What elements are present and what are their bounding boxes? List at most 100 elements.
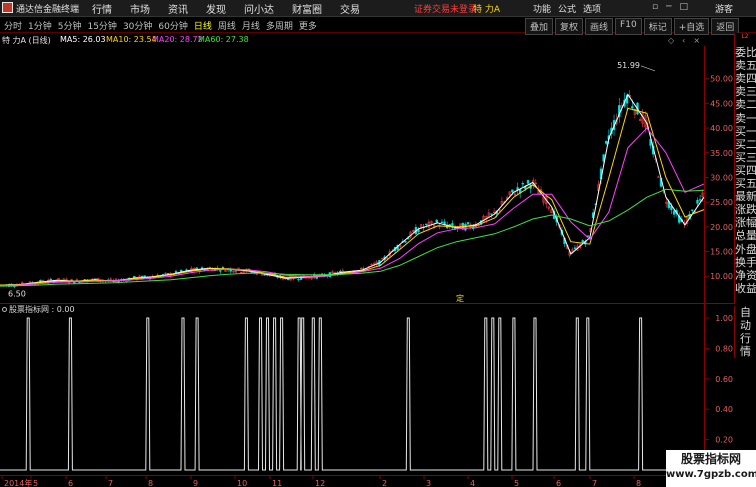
login-warning[interactable]: 证券交易未登录 bbox=[414, 2, 477, 15]
candle-body bbox=[698, 199, 702, 201]
candle-body bbox=[73, 282, 76, 284]
period-tab[interactable]: 1分钟 bbox=[28, 19, 52, 32]
level2-badge: L2 bbox=[734, 33, 756, 40]
x-tick-label: 8 bbox=[636, 479, 641, 487]
quote-row[interactable]: 行情 bbox=[735, 332, 756, 358]
period-tab[interactable]: 日线 bbox=[194, 19, 212, 32]
period-tab[interactable]: 分时 bbox=[4, 19, 22, 32]
quote-row: 卖四 bbox=[735, 72, 756, 86]
high-price-label: 51.99 bbox=[617, 61, 640, 70]
right-menu-item[interactable]: 选项 bbox=[583, 2, 601, 15]
candle-body bbox=[380, 258, 384, 260]
x-tick-label: 5 bbox=[33, 479, 38, 487]
y-tick-label: 15.00 bbox=[710, 248, 733, 257]
maximize-icon[interactable]: □ bbox=[680, 2, 689, 12]
y-tick-label: 35.00 bbox=[710, 149, 733, 158]
indicator-tick-label: 0.40 bbox=[715, 405, 733, 414]
x-tick-label: 6 bbox=[556, 479, 561, 487]
tool-button[interactable]: 复权 bbox=[555, 18, 584, 35]
candle-body bbox=[440, 221, 444, 223]
watermark-title: 股票指标网 bbox=[680, 452, 741, 466]
period-tab[interactable]: 15分钟 bbox=[87, 19, 116, 32]
x-tick-label: 8 bbox=[148, 479, 153, 487]
right-menu: 功能 公式 选项 bbox=[533, 2, 601, 15]
candle-body bbox=[526, 180, 530, 184]
diamond-icon[interactable]: ◇ bbox=[668, 36, 674, 45]
guest-label[interactable]: 游客 bbox=[715, 2, 733, 15]
ma5-label: MA5: 26.03 bbox=[60, 35, 106, 44]
quote-row[interactable]: 自动 bbox=[735, 306, 756, 332]
pane-divider[interactable] bbox=[0, 303, 734, 304]
x-tick-label: 6 bbox=[68, 479, 73, 487]
quote-row: 卖三 bbox=[735, 85, 756, 99]
x-tick-label: 12 bbox=[315, 479, 325, 487]
period-tab[interactable]: 5分钟 bbox=[58, 19, 82, 32]
ma60-label: MA60: 27.38 bbox=[198, 35, 249, 44]
x-tick-label: 7 bbox=[108, 479, 113, 487]
top-menu-item[interactable]: 发现 bbox=[206, 1, 226, 16]
right-menu-item[interactable]: 公式 bbox=[558, 2, 576, 15]
top-menu-item[interactable]: 市场 bbox=[130, 1, 150, 16]
app-logo-icon bbox=[2, 2, 13, 13]
period-tab[interactable]: 更多 bbox=[299, 19, 317, 32]
quote-row: 总量 bbox=[735, 229, 756, 243]
tool-button[interactable]: +自选 bbox=[673, 18, 710, 35]
tool-button[interactable]: F10 bbox=[615, 18, 642, 35]
tool-button[interactable]: 叠加 bbox=[525, 18, 554, 35]
top-menu: 行情 市场 资讯 发现 问小达 财富圈 交易 bbox=[92, 1, 360, 16]
candle-body bbox=[404, 240, 407, 243]
quote-row: 最新 bbox=[735, 190, 756, 204]
quote-row: 卖二 bbox=[735, 98, 756, 112]
period-tab[interactable]: 月线 bbox=[242, 19, 260, 32]
candle-body bbox=[435, 219, 438, 223]
ma10-label: MA10: 23.54 bbox=[106, 35, 157, 44]
level2-badge-text: L2 bbox=[741, 33, 749, 40]
candle-body bbox=[297, 278, 300, 281]
right-menu-item[interactable]: 功能 bbox=[533, 2, 551, 15]
date-axis: 2014年 5 6 7 8 9 10 11 12 2 3 4 5 6 7 8 bbox=[0, 475, 705, 487]
period-tab[interactable]: 30分钟 bbox=[123, 19, 152, 32]
candle-body bbox=[605, 141, 608, 144]
top-menu-item[interactable]: 财富圈 bbox=[292, 1, 322, 16]
watermark: 股票指标网 www.7gpzb.com bbox=[666, 450, 756, 487]
low-price-label: 6.50 bbox=[8, 290, 26, 299]
candle-body bbox=[185, 269, 188, 271]
chart-title: 特 力A (日线) bbox=[2, 36, 51, 45]
top-menu-item[interactable]: 资讯 bbox=[168, 1, 188, 16]
ma-line-ma20 bbox=[0, 127, 705, 287]
watermark-url: www.7gpzb.com bbox=[666, 469, 756, 480]
chevron-left-icon[interactable]: ‹ bbox=[682, 36, 685, 45]
event-marker: 定 bbox=[456, 293, 464, 303]
title-bar: 通达信金融终端 行情 市场 资讯 发现 问小达 财富圈 交易 证券交易未登录 特 力A 功能… bbox=[0, 0, 756, 17]
candle-body bbox=[425, 223, 428, 226]
price-chart[interactable]: 50.00 45.00 40.00 35.00 30.00 25.00 20.00 15.00… bbox=[0, 46, 734, 306]
candle-body bbox=[631, 106, 634, 109]
close-icon[interactable]: × bbox=[693, 36, 700, 45]
top-menu-item[interactable]: 交易 bbox=[340, 1, 360, 16]
top-menu-item[interactable]: 问小达 bbox=[244, 1, 274, 16]
tool-button[interactable]: 画线 bbox=[585, 18, 614, 35]
tool-button[interactable]: 标记 bbox=[643, 18, 672, 35]
y-tick-label: 10.00 bbox=[710, 272, 733, 281]
candle-body bbox=[200, 267, 204, 269]
y-tick-label: 45.00 bbox=[710, 99, 733, 108]
period-tab[interactable]: 多周期 bbox=[266, 19, 293, 32]
quote-row: 卖五 bbox=[735, 59, 756, 73]
period-tab[interactable]: 周线 bbox=[218, 19, 236, 32]
indicator-chart[interactable]: 1.00 0.80 0.60 0.40 0.20 bbox=[0, 310, 734, 475]
quote-row: 委比 bbox=[735, 46, 756, 60]
candle-body bbox=[219, 270, 222, 272]
x-tick-label: 4 bbox=[470, 479, 475, 487]
quote-row: 换手 bbox=[735, 255, 756, 269]
quote-row: 买四 bbox=[735, 163, 756, 177]
high-price-arrow bbox=[640, 65, 656, 72]
skin-icon[interactable]: ▫ bbox=[652, 2, 658, 12]
period-tab[interactable]: 60分钟 bbox=[158, 19, 187, 32]
chart-info-bar: 特 力A (日线) MA5: 26.03 MA10: 23.54 MA20: 2… bbox=[0, 34, 734, 46]
quote-row: 买二 bbox=[735, 137, 756, 151]
candle-body bbox=[691, 209, 694, 211]
period-tabs: 分时 1分钟 5分钟 15分钟 30分钟 60分钟 日线 周线 月线 多周期 更多 bbox=[4, 19, 317, 32]
minimize-icon[interactable]: ─ bbox=[666, 2, 671, 12]
top-menu-item[interactable]: 行情 bbox=[92, 1, 112, 16]
app-name: 通达信金融终端 bbox=[16, 5, 80, 15]
